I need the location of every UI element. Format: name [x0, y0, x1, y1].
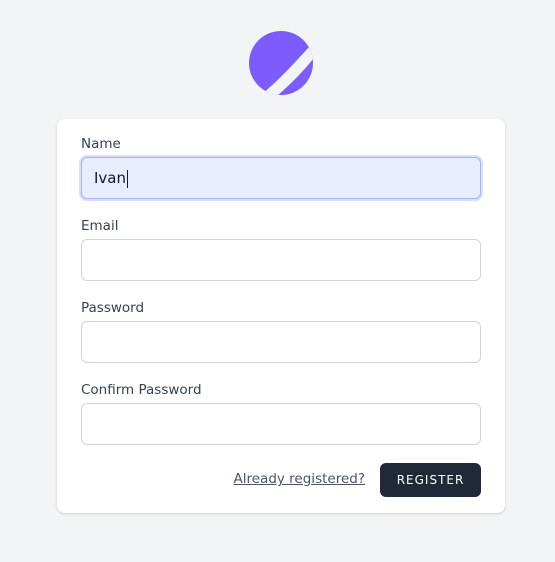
- already-registered-link[interactable]: Already registered?: [234, 471, 365, 487]
- name-input-value: Ivan: [94, 169, 126, 187]
- register-button[interactable]: REGISTER: [380, 463, 481, 497]
- app-logo[interactable]: [248, 30, 314, 96]
- confirm-password-field-group: Confirm Password: [81, 381, 481, 445]
- name-input[interactable]: Ivan: [81, 157, 481, 199]
- confirm-password-label: Confirm Password: [81, 382, 202, 398]
- confirm-password-input[interactable]: [81, 403, 481, 445]
- name-field-group: Name Ivan: [81, 135, 481, 199]
- password-input[interactable]: [81, 321, 481, 363]
- text-caret: [127, 169, 128, 188]
- password-field-group: Password: [81, 299, 481, 363]
- email-label: Email: [81, 218, 119, 234]
- register-card: Name Ivan Email Password Confirm Passwor…: [57, 119, 505, 513]
- planet-logo-icon: [249, 31, 313, 95]
- email-field-group: Email: [81, 217, 481, 281]
- register-page: Name Ivan Email Password Confirm Passwor…: [0, 0, 555, 562]
- form-actions: Already registered? REGISTER: [81, 463, 481, 497]
- email-input[interactable]: [81, 239, 481, 281]
- name-label: Name: [81, 136, 121, 152]
- password-label: Password: [81, 300, 145, 316]
